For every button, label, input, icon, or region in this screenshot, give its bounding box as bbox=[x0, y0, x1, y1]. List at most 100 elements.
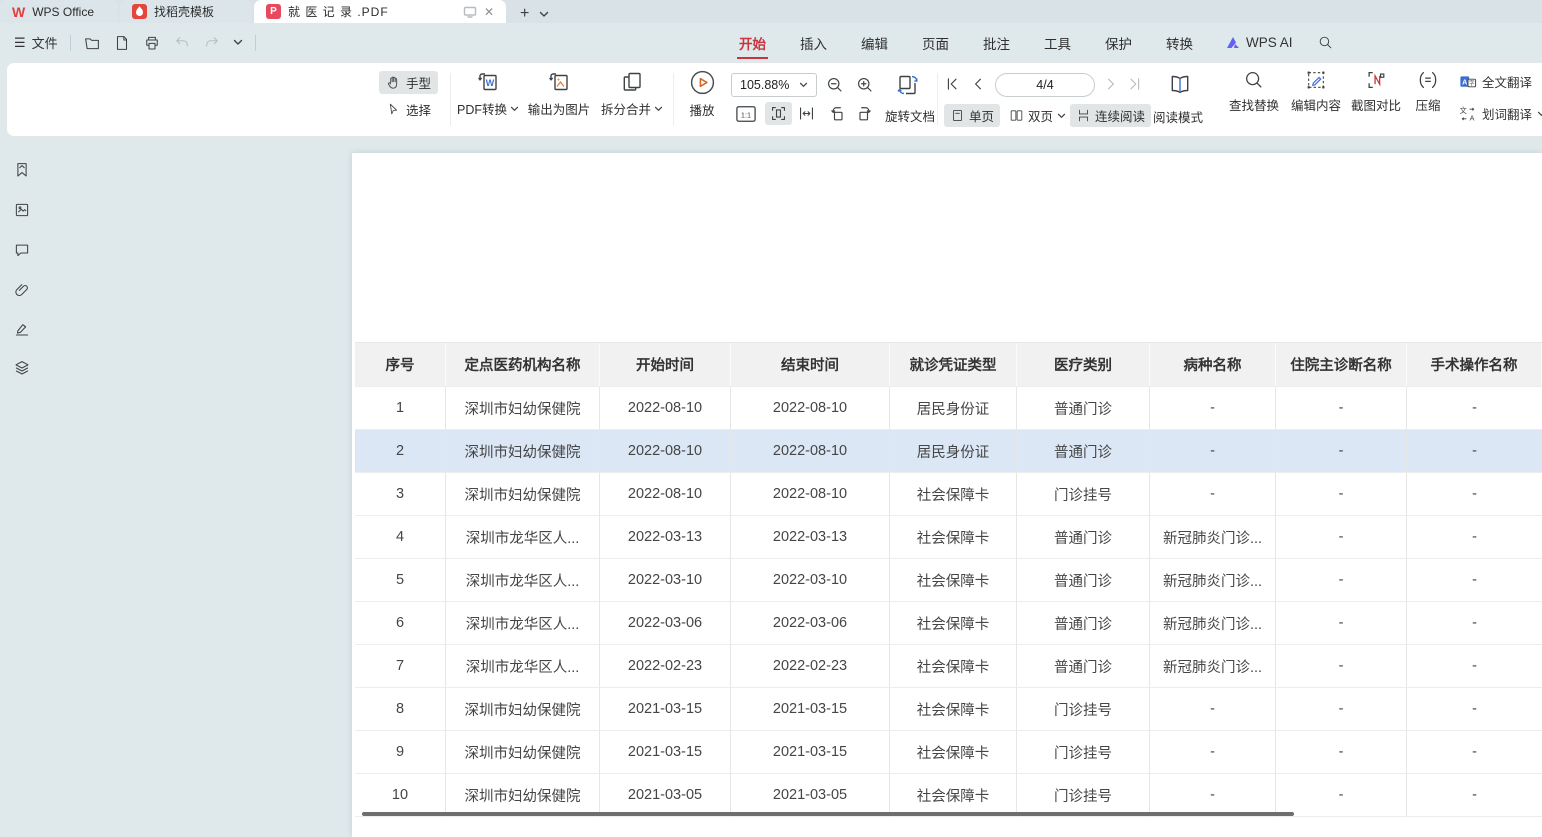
full-translate-button[interactable]: A 字 全文翻译 bbox=[1459, 72, 1532, 91]
table-cell: 10 bbox=[355, 774, 446, 817]
menu-tab-edit[interactable]: 编辑 bbox=[859, 29, 890, 57]
menu-tab-comment[interactable]: 批注 bbox=[981, 29, 1012, 57]
comments-panel-icon[interactable] bbox=[13, 241, 31, 259]
table-cell: 7 bbox=[355, 645, 446, 688]
horizontal-scrollbar-thumb[interactable] bbox=[362, 812, 1294, 816]
edit-content-button[interactable]: 编辑内容 bbox=[1287, 69, 1345, 114]
rotate-pages-icon[interactable] bbox=[895, 72, 921, 98]
last-page-icon[interactable] bbox=[1127, 76, 1143, 92]
double-page-icon bbox=[1009, 108, 1024, 123]
tab-list-chevron-icon[interactable] bbox=[539, 11, 549, 18]
menu-tab-page[interactable]: 页面 bbox=[920, 29, 951, 57]
compress-button[interactable]: 压缩 bbox=[1408, 69, 1448, 114]
bookmarks-panel-icon[interactable] bbox=[13, 161, 31, 179]
table-cell: 居民身份证 bbox=[890, 430, 1017, 473]
table-cell: 深圳市龙华区人... bbox=[446, 645, 600, 688]
table-row: 7深圳市龙华区人...2022-02-232022-02-23社会保障卡普通门诊… bbox=[355, 645, 1542, 688]
zoom-out-icon[interactable] bbox=[825, 75, 845, 95]
pdf-convert-icon: W bbox=[475, 69, 501, 95]
actual-size-button[interactable]: 1:1 bbox=[735, 104, 757, 124]
rotate-left-icon[interactable] bbox=[827, 104, 847, 124]
word-translate-button[interactable]: 文 A 划词翻译 bbox=[1459, 104, 1542, 123]
wps-ai-button[interactable]: WPS AI bbox=[1225, 35, 1293, 50]
open-file-icon[interactable] bbox=[83, 34, 101, 52]
zoom-level-select[interactable]: 105.88% bbox=[731, 73, 817, 97]
table-cell: - bbox=[1276, 731, 1407, 774]
screenshot-compare-icon bbox=[1365, 69, 1387, 91]
zoom-in-icon[interactable] bbox=[855, 75, 875, 95]
detach-window-icon[interactable] bbox=[463, 6, 477, 18]
menu-tab-insert[interactable]: 插入 bbox=[798, 29, 829, 57]
play-slideshow-button[interactable]: 播放 bbox=[681, 69, 723, 119]
undo-icon[interactable] bbox=[173, 34, 191, 52]
table-cell: 2022-02-23 bbox=[600, 645, 731, 688]
attachments-panel-icon[interactable] bbox=[13, 281, 31, 299]
document-page[interactable]: 序号定点医药机构名称开始时间结束时间就诊凭证类型医疗类别病种名称住院主诊断名称手… bbox=[352, 153, 1542, 837]
select-tool-button[interactable]: 选择 bbox=[379, 98, 438, 121]
file-menu[interactable]: ☰ 文件 bbox=[14, 33, 58, 52]
screenshot-compare-button[interactable]: 截图对比 bbox=[1347, 69, 1405, 114]
new-tab-button[interactable]: + bbox=[520, 5, 529, 23]
zoom-level-value: 105.88% bbox=[740, 78, 789, 92]
table-row: 4深圳市龙华区人...2022-03-132022-03-13社会保障卡普通门诊… bbox=[355, 516, 1542, 559]
first-page-icon[interactable] bbox=[944, 76, 960, 92]
table-row: 5深圳市龙华区人...2022-03-102022-03-10社会保障卡普通门诊… bbox=[355, 559, 1542, 602]
fit-width-button[interactable] bbox=[797, 104, 816, 123]
table-cell: 2022-03-13 bbox=[731, 516, 890, 559]
signature-panel-icon[interactable] bbox=[13, 320, 31, 338]
page-indicator-input[interactable]: 4/4 bbox=[995, 73, 1095, 97]
table-cell: 门诊挂号 bbox=[1017, 473, 1150, 516]
table-cell: - bbox=[1150, 387, 1276, 430]
menu-tab-home[interactable]: 开始 bbox=[737, 29, 768, 57]
continuous-read-button[interactable]: 连续阅读 bbox=[1070, 104, 1151, 127]
table-row: 6深圳市龙华区人...2022-03-062022-03-06社会保障卡普通门诊… bbox=[355, 602, 1542, 645]
fit-page-button[interactable] bbox=[765, 102, 792, 125]
hand-tool-label: 手型 bbox=[406, 73, 431, 92]
divider bbox=[673, 73, 674, 126]
thumbnails-panel-icon[interactable] bbox=[13, 201, 31, 219]
table-cell: 2022-03-10 bbox=[600, 559, 731, 602]
menu-tab-tools[interactable]: 工具 bbox=[1042, 29, 1073, 57]
next-page-icon[interactable] bbox=[1103, 76, 1119, 92]
table-cell: 社会保障卡 bbox=[890, 473, 1017, 516]
table-cell: - bbox=[1276, 387, 1407, 430]
tab-docer-templates[interactable]: 找稻壳模板 bbox=[120, 0, 252, 23]
table-cell: 社会保障卡 bbox=[890, 774, 1017, 817]
double-page-button[interactable]: 双页 bbox=[1003, 104, 1072, 127]
chevron-down-icon bbox=[799, 82, 808, 88]
table-cell: 社会保障卡 bbox=[890, 602, 1017, 645]
edit-content-icon bbox=[1305, 69, 1327, 91]
split-merge-button[interactable]: 拆分合并 bbox=[599, 69, 665, 118]
tab-document-pdf[interactable]: P 就 医 记 录 .PDF ✕ bbox=[254, 0, 506, 23]
search-menu-icon[interactable] bbox=[1317, 34, 1334, 51]
table-row: 10深圳市妇幼保健院2021-03-052021-03-05社会保障卡门诊挂号-… bbox=[355, 774, 1542, 817]
export-image-button[interactable]: 输出为图片 bbox=[525, 69, 593, 118]
rotate-doc-label[interactable]: 旋转文档 bbox=[885, 106, 935, 125]
table-cell: 社会保障卡 bbox=[890, 645, 1017, 688]
layers-panel-icon[interactable] bbox=[13, 359, 31, 377]
save-icon[interactable] bbox=[113, 34, 131, 52]
table-cell: 2022-08-10 bbox=[600, 473, 731, 516]
table-cell: - bbox=[1407, 774, 1542, 817]
find-replace-button[interactable]: 查找替换 bbox=[1225, 69, 1283, 114]
rotate-right-icon[interactable] bbox=[855, 104, 875, 124]
hamburger-icon: ☰ bbox=[14, 35, 26, 51]
close-tab-icon[interactable]: ✕ bbox=[484, 5, 494, 19]
edit-content-label: 编辑内容 bbox=[1291, 95, 1341, 114]
table-cell: - bbox=[1150, 731, 1276, 774]
full-translate-icon: A 字 bbox=[1459, 74, 1477, 90]
menu-tab-protect[interactable]: 保护 bbox=[1103, 29, 1134, 57]
read-mode-label[interactable]: 阅读模式 bbox=[1153, 107, 1203, 126]
print-icon[interactable] bbox=[143, 34, 161, 52]
previous-page-icon[interactable] bbox=[970, 76, 986, 92]
redo-icon[interactable] bbox=[203, 34, 221, 52]
pdf-convert-button[interactable]: W PDF转换 bbox=[457, 69, 519, 118]
quick-access-chevron-icon[interactable] bbox=[233, 39, 243, 46]
single-page-button[interactable]: 单页 bbox=[944, 104, 1000, 127]
tab-wps-home[interactable]: W WPS Office bbox=[0, 0, 118, 23]
menu-tab-convert[interactable]: 转换 bbox=[1164, 29, 1195, 57]
hand-tool-button[interactable]: 手型 bbox=[379, 71, 438, 94]
full-translate-label: 全文翻译 bbox=[1482, 72, 1532, 91]
read-mode-book-icon[interactable] bbox=[1167, 72, 1193, 98]
table-cell: - bbox=[1150, 473, 1276, 516]
